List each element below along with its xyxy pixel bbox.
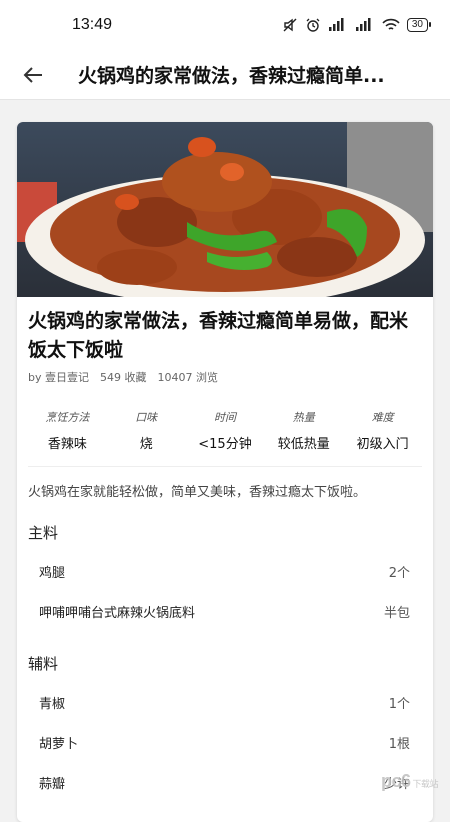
arrow-left-icon — [22, 64, 44, 86]
recipe-description: 火锅鸡在家就能轻松做，简单又美味，香辣过瘾太下饭啦。 — [17, 467, 433, 500]
aux-ingredients-title: 辅料 — [17, 631, 433, 674]
recipe-photo[interactable] — [17, 122, 433, 297]
attr-difficulty: 难度 初级入门 — [343, 409, 422, 466]
app-bar: 火锅鸡的家常做法，香辣过瘾简单... — [0, 50, 450, 100]
ingredient-name: 胡萝卜 — [39, 733, 78, 752]
attr-label: 难度 — [343, 409, 422, 425]
ingredient-row: 呷哺呷哺台式麻辣火锅底料 半包 — [17, 591, 433, 631]
watermark-logo: pc6下载站 — [381, 771, 438, 792]
attr-value: 初级入门 — [343, 433, 422, 452]
recipe-title: 火锅鸡的家常做法，香辣过瘾简单易做，配米饭太下饭啦 — [17, 297, 433, 365]
recipe-meta: by 壹日壹记 549 收藏 10407 浏览 — [17, 365, 433, 385]
ingredient-row: 胡萝卜 1根 — [17, 722, 433, 762]
ingredient-name: 青椒 — [39, 693, 65, 712]
attr-label: 时间 — [186, 409, 265, 425]
main-ingredients-list: 鸡腿 2个 呷哺呷哺台式麻辣火锅底料 半包 — [17, 543, 433, 631]
status-bar: 13:49 30 — [0, 0, 450, 50]
recipe-card: 火锅鸡的家常做法，香辣过瘾简单易做，配米饭太下饭啦 by 壹日壹记 549 收藏… — [17, 122, 433, 822]
attr-label: 口味 — [107, 409, 186, 425]
recipe-views: 10407 浏览 — [158, 369, 219, 385]
alarm-icon — [305, 17, 321, 33]
attr-method: 烹饪方法 香辣味 — [28, 409, 107, 466]
battery-icon: 30 — [407, 18, 428, 32]
attr-value: 烧 — [107, 433, 186, 452]
attr-time: 时间 <15分钟 — [186, 409, 265, 466]
ingredient-qty: 1根 — [389, 733, 410, 752]
recipe-attributes: 烹饪方法 香辣味 口味 烧 时间 <15分钟 热量 较低热量 难度 初级入门 — [28, 385, 422, 467]
signal-icon — [328, 18, 348, 32]
signal-icon-2 — [355, 18, 375, 32]
main-ingredients-title: 主料 — [17, 500, 433, 543]
status-time: 13:49 — [72, 16, 112, 34]
recipe-favorites: 549 收藏 — [100, 369, 147, 385]
aux-ingredients-list: 青椒 1个 胡萝卜 1根 蒜瓣 少许 — [17, 674, 433, 802]
watermark-sub: 下载站 — [412, 779, 438, 789]
page-title: 火锅鸡的家常做法，香辣过瘾简单... — [78, 61, 436, 88]
attr-label: 热量 — [264, 409, 343, 425]
attr-taste: 口味 烧 — [107, 409, 186, 466]
back-button[interactable] — [18, 60, 48, 90]
ingredient-qty: 2个 — [389, 562, 410, 581]
attr-value: 香辣味 — [28, 433, 107, 452]
watermark-brand: pc6 — [381, 771, 411, 791]
ingredient-name: 呷哺呷哺台式麻辣火锅底料 — [39, 602, 195, 621]
ingredient-row: 鸡腿 2个 — [17, 551, 433, 591]
mute-icon — [282, 17, 298, 33]
ingredient-row: 蒜瓣 少许 — [17, 762, 433, 802]
status-icons: 30 — [282, 17, 428, 33]
attr-label: 烹饪方法 — [28, 409, 107, 425]
ingredient-qty: 半包 — [384, 602, 410, 621]
attr-calories: 热量 较低热量 — [264, 409, 343, 466]
ingredient-name: 鸡腿 — [39, 562, 65, 581]
attr-value: 较低热量 — [264, 433, 343, 452]
attr-value: <15分钟 — [186, 433, 265, 452]
recipe-author[interactable]: by 壹日壹记 — [28, 369, 89, 385]
ingredient-row: 青椒 1个 — [17, 682, 433, 722]
ingredient-name: 蒜瓣 — [39, 773, 65, 792]
ingredient-qty: 1个 — [389, 693, 410, 712]
wifi-icon — [382, 18, 400, 32]
